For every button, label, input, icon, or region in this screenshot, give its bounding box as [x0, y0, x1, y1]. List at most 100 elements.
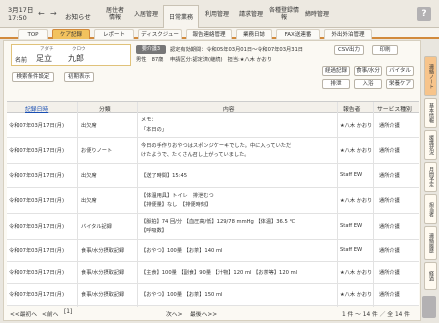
row-content: 【おやつ】100量 【お茶】150 ml — [141, 292, 223, 298]
records-table: 記録日時 分類 内容 報告者 サービス種別 令和07年03月17日(月) 出欠席… — [7, 101, 419, 307]
table-row[interactable]: 令和07年03月17日(月) お便りノート 今日の手作りおやつはスポンジケーキで… — [7, 138, 419, 164]
row-category: 出欠席 — [81, 198, 97, 204]
vital-button[interactable]: バイタル — [386, 66, 414, 76]
row-datetime: 令和07年03月17日(月) — [9, 173, 64, 179]
current-time: 17:50 — [8, 14, 27, 22]
search-conditions-button[interactable]: 検索条件設定 — [12, 72, 54, 82]
header-content: 内容 — [223, 107, 235, 113]
patient-first-name: 九郎 — [68, 54, 84, 63]
row-content-2: けたようで、たくさん召し上がっていました。 — [141, 152, 250, 158]
header-reporter: 報告者 — [343, 107, 361, 113]
page-number[interactable]: [1] — [64, 309, 72, 315]
excretion-button[interactable]: 排泄 — [322, 79, 350, 89]
tab-work-diary[interactable]: 業務日誌 — [236, 29, 272, 39]
row-reporter: ★八木 かおり — [340, 123, 373, 129]
notice-link[interactable]: お知らせ — [65, 11, 91, 21]
row-category: 食事/水分摂取記録 — [81, 270, 125, 276]
meal-water-button[interactable]: 食事/水分 — [354, 66, 382, 76]
row-service: 通所介護 — [379, 173, 400, 179]
row-content-2: 【呼吸数】 — [141, 228, 167, 234]
care-level-badge: 要介護3 — [136, 45, 166, 54]
patient-box: アダチ クロウ 名前 足立 九郎 — [11, 44, 131, 66]
nutrition-care-button[interactable]: 栄養ケア — [386, 79, 414, 89]
side-tab-progress[interactable]: 経過 — [424, 262, 437, 290]
print-button[interactable]: 印刷 — [372, 45, 398, 55]
table-row[interactable]: 令和07年03月17日(月) 食事/水分摂取記録 【おやつ】100量 【お茶】1… — [7, 284, 419, 306]
row-category: 出欠席 — [81, 173, 97, 179]
side-tab-support-status[interactable]: 援護状況 — [424, 130, 437, 160]
current-date: 3月17日 — [8, 6, 34, 14]
row-content-2: 【排便量】なし 【排便時刻】 — [141, 202, 212, 208]
table-row[interactable]: 令和07年03月17日(月) 食事/水分摂取記録 【主食】100量 【副食】90… — [7, 262, 419, 284]
tab-schedule[interactable]: ディスクジュール — [138, 29, 182, 48]
row-content: メモ： — [141, 117, 157, 123]
tab-care-record[interactable]: ケア記録 — [52, 29, 90, 39]
tab-top[interactable]: TOP — [18, 29, 48, 39]
tab-report-contact[interactable]: 報告連絡管理 — [186, 29, 232, 39]
menu-closing[interactable]: 締時管理 — [301, 5, 333, 23]
row-category: 食事/水分摂取記録 — [81, 292, 125, 298]
row-service: 通所介護 — [379, 248, 400, 254]
tab-fax[interactable]: FAX送連番 — [276, 29, 320, 39]
side-tab-contact-note[interactable]: 連絡ノート — [424, 56, 437, 96]
tab-outing[interactable]: 外出外泊管理 — [324, 29, 372, 39]
table-row[interactable]: 令和07年03月17日(月) 出欠席 【送了時間】15:45 Staff EW … — [7, 164, 419, 188]
row-reporter: Staff EW — [340, 223, 363, 229]
row-service: 通所介護 — [379, 292, 400, 298]
row-reporter: Staff EW — [340, 172, 363, 178]
sub-tabs: TOP ケア記録 レポート ディスクジュール 報告連絡管理 業務日誌 FAX送連… — [0, 28, 439, 48]
forward-arrow-icon[interactable]: → — [50, 9, 57, 18]
row-category: 出欠席 — [81, 123, 97, 129]
row-datetime: 令和07年03月17日(月) — [9, 270, 64, 276]
progress-record-button[interactable]: 経過記録 — [322, 66, 350, 76]
row-reporter: ★八木 かおり — [340, 148, 373, 154]
row-reporter: ★八木 かおり — [340, 198, 373, 204]
row-content-2: 「本日の」 — [141, 127, 167, 133]
menu-registration[interactable]: 各種登録情報 — [269, 5, 299, 23]
menu-resident-info[interactable]: 居住者情報 — [104, 5, 126, 23]
menu-daily-work[interactable]: 日常業務 — [163, 5, 199, 28]
menu-admission[interactable]: 入居管理 — [131, 5, 161, 23]
side-tab-basic-info[interactable]: 基本情報 — [424, 98, 437, 128]
row-content: 【送了時間】15:45 — [141, 173, 188, 179]
side-tab-staff[interactable]: 担当者 — [424, 194, 437, 224]
row-content: 【体温用具】トイレ 排泄むつ — [141, 193, 214, 199]
row-service: 通所介護 — [379, 198, 400, 204]
row-category: お便りノート — [81, 148, 113, 154]
row-content: 今日の手作りおやつはスポンジケーキでした。中に入っていただ — [141, 143, 292, 149]
row-datetime: 令和07年03月17日(月) — [9, 198, 64, 204]
sort-datetime-link[interactable]: 記録日時 — [25, 104, 48, 113]
csv-output-button[interactable]: CSV出力 — [334, 45, 364, 55]
table-row[interactable]: 令和07年03月17日(月) 出欠席 【体温用具】トイレ 排泄むつ 【排便量】な… — [7, 188, 419, 214]
record-count: 1 件 〜 14 件 ／ 全 14 件 — [342, 312, 410, 318]
prev-page-link[interactable]: <前へ — [42, 309, 58, 318]
table-row[interactable]: 令和07年03月17日(月) 食事/水分摂取記録 【おやつ】100量 【お茶】1… — [7, 240, 419, 262]
row-datetime: 令和07年03月17日(月) — [9, 292, 64, 298]
tab-report[interactable]: レポート — [94, 29, 134, 39]
table-row[interactable]: 令和07年03月17日(月) 出欠席 メモ： 「本日の」 ★八木 かおり 通所介… — [7, 114, 419, 138]
row-reporter: Staff EW — [340, 247, 363, 253]
side-tab-monthly-plan[interactable]: 月間予定 — [424, 162, 437, 192]
next-page-link[interactable]: 次へ> — [166, 309, 182, 318]
row-content: 【脈拍】74 回/分 【血圧高/低】129/78 mmHg 【体温】36.5 ℃ — [141, 219, 296, 225]
back-arrow-icon[interactable]: ← — [38, 9, 45, 18]
row-datetime: 令和07年03月17日(月) — [9, 148, 64, 154]
top-bar: 3月17日 17:50 ← → お知らせ 居住者情報 入居管理 日常業務 利用管… — [0, 0, 439, 28]
table-header: 記録日時 分類 内容 報告者 サービス種別 — [7, 102, 419, 113]
help-icon[interactable]: ? — [417, 7, 431, 21]
reset-button[interactable]: 初期表示 — [64, 72, 94, 82]
patient-last-name: 足立 — [36, 54, 52, 63]
header-category: 分類 — [99, 107, 111, 113]
menu-billing[interactable]: 請求管理 — [235, 5, 267, 23]
row-datetime: 令和07年03月17日(月) — [9, 123, 64, 129]
furigana-last: アダチ — [40, 47, 54, 52]
first-page-link[interactable]: <<最初へ — [10, 309, 37, 318]
scroll-handle[interactable] — [422, 296, 436, 318]
gender-age: 男性 87歳 — [136, 57, 169, 63]
bath-button[interactable]: 入浴 — [354, 79, 382, 89]
side-tab-contact-history[interactable]: 連絡履歴 — [424, 226, 437, 260]
last-page-link[interactable]: 最後へ>> — [190, 309, 217, 318]
menu-usage[interactable]: 利用管理 — [201, 5, 233, 23]
table-row[interactable]: 令和07年03月17日(月) バイタル記録 【脈拍】74 回/分 【血圧高/低】… — [7, 214, 419, 240]
row-reporter: ★八木 かおり — [340, 292, 373, 298]
